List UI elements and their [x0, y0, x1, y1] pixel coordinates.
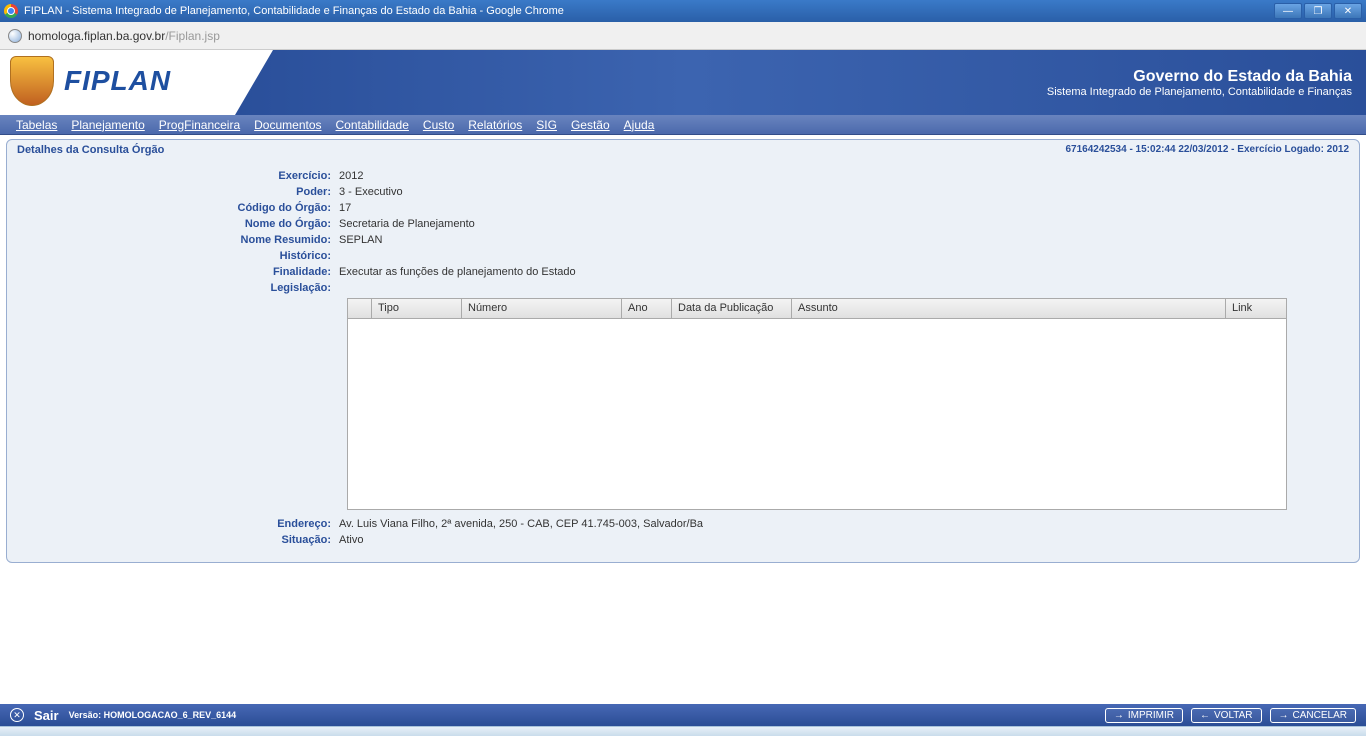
- label-legislacao: Legislação:: [7, 282, 337, 294]
- session-status: 67164242534 - 15:02:44 22/03/2012 - Exer…: [1065, 144, 1349, 156]
- windows-taskbar: [0, 726, 1366, 736]
- globe-icon: [8, 29, 22, 43]
- value-situacao: Ativo: [337, 534, 363, 546]
- coat-of-arms-icon: [10, 56, 54, 106]
- menu-tabelas[interactable]: Tabelas: [16, 118, 57, 132]
- label-finalidade: Finalidade:: [7, 266, 337, 278]
- value-exercicio: 2012: [337, 170, 363, 182]
- grid-header-numero[interactable]: Número: [462, 299, 622, 318]
- label-codigo: Código do Órgão:: [7, 202, 337, 214]
- banner-title: Governo do Estado da Bahia: [1133, 68, 1352, 86]
- value-codigo: 17: [337, 202, 351, 214]
- menu-documentos[interactable]: Documentos: [254, 118, 321, 132]
- value-finalidade: Executar as funções de planejamento do E…: [337, 266, 576, 278]
- grid-header-data[interactable]: Data da Publicação: [672, 299, 792, 318]
- print-button[interactable]: IMPRIMIR: [1105, 708, 1183, 723]
- label-poder: Poder:: [7, 186, 337, 198]
- details-form: Exercício:2012 Poder:3 - Executivo Códig…: [7, 162, 1359, 548]
- content-panel: Detalhes da Consulta Órgão 67164242534 -…: [6, 139, 1360, 563]
- grid-header-assunto[interactable]: Assunto: [792, 299, 1226, 318]
- menu-relatorios[interactable]: Relatórios: [468, 118, 522, 132]
- app-banner: FIPLAN Governo do Estado da Bahia Sistem…: [0, 50, 1366, 115]
- window-title: FIPLAN - Sistema Integrado de Planejamen…: [24, 5, 564, 17]
- label-situacao: Situação:: [7, 534, 337, 546]
- value-poder: 3 - Executivo: [337, 186, 403, 198]
- label-nome: Nome do Órgão:: [7, 218, 337, 230]
- version-label: Versão: HOMOLOGACAO_6_REV_6144: [69, 710, 237, 720]
- back-label: VOLTAR: [1214, 710, 1253, 721]
- menu-gestao[interactable]: Gestão: [571, 118, 610, 132]
- label-endereco: Endereço:: [7, 518, 337, 530]
- value-endereco: Av. Luis Viana Filho, 2ª avenida, 250 - …: [337, 518, 703, 530]
- url-display[interactable]: homologa.fiplan.ba.gov.br/Fiplan.jsp: [28, 29, 220, 43]
- grid-header-select: [348, 299, 372, 318]
- menu-sig[interactable]: SIG: [536, 118, 557, 132]
- logout-button[interactable]: Sair: [34, 708, 59, 723]
- cancel-label: CANCELAR: [1293, 710, 1347, 721]
- browser-titlebar: FIPLAN - Sistema Integrado de Planejamen…: [0, 0, 1366, 22]
- banner-subtitle: Sistema Integrado de Planejamento, Conta…: [1047, 86, 1352, 98]
- back-button[interactable]: VOLTAR: [1191, 708, 1262, 723]
- address-bar: homologa.fiplan.ba.gov.br/Fiplan.jsp: [0, 22, 1366, 50]
- menu-planejamento[interactable]: Planejamento: [71, 118, 144, 132]
- grid-header-row: Tipo Número Ano Data da Publicação Assun…: [348, 299, 1286, 319]
- close-icon[interactable]: ✕: [10, 708, 24, 722]
- footer-bar: ✕ Sair Versão: HOMOLOGACAO_6_REV_6144 IM…: [0, 704, 1366, 726]
- print-label: IMPRIMIR: [1128, 710, 1174, 721]
- grid-body[interactable]: [348, 319, 1286, 509]
- page-title: Detalhes da Consulta Órgão: [17, 144, 164, 156]
- minimize-button[interactable]: —: [1274, 3, 1302, 19]
- label-resumido: Nome Resumido:: [7, 234, 337, 246]
- close-window-button[interactable]: ✕: [1334, 3, 1362, 19]
- grid-header-ano[interactable]: Ano: [622, 299, 672, 318]
- menu-ajuda[interactable]: Ajuda: [624, 118, 655, 132]
- label-historico: Histórico:: [7, 250, 337, 262]
- cancel-button[interactable]: CANCELAR: [1270, 708, 1356, 723]
- maximize-button[interactable]: ❐: [1304, 3, 1332, 19]
- arrow-left-icon: [1200, 710, 1210, 721]
- value-nome: Secretaria de Planejamento: [337, 218, 475, 230]
- url-path: /Fiplan.jsp: [165, 29, 220, 43]
- chrome-icon: [4, 4, 18, 18]
- menu-custo[interactable]: Custo: [423, 118, 454, 132]
- legislacao-grid: Tipo Número Ano Data da Publicação Assun…: [347, 298, 1287, 510]
- app-logo-text: FIPLAN: [64, 65, 171, 97]
- arrow-right-icon: [1279, 710, 1289, 721]
- menu-progfinanceira[interactable]: ProgFinanceira: [159, 118, 240, 132]
- value-resumido: SEPLAN: [337, 234, 382, 246]
- menu-contabilidade[interactable]: Contabilidade: [336, 118, 409, 132]
- url-host: homologa.fiplan.ba.gov.br: [28, 29, 165, 43]
- arrow-right-icon: [1114, 710, 1124, 721]
- label-exercicio: Exercício:: [7, 170, 337, 182]
- grid-header-link[interactable]: Link: [1226, 299, 1286, 318]
- main-menu: Tabelas Planejamento ProgFinanceira Docu…: [0, 115, 1366, 135]
- grid-header-tipo[interactable]: Tipo: [372, 299, 462, 318]
